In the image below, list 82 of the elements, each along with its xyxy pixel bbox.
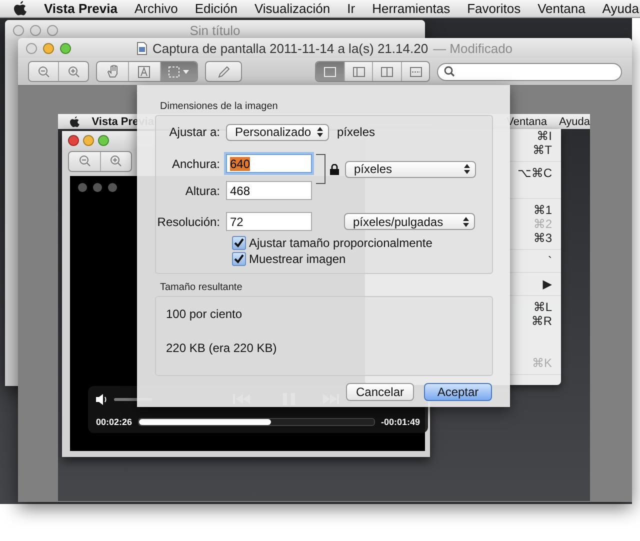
view-icon bbox=[324, 66, 336, 76]
menu-item[interactable]: Ir bbox=[347, 1, 356, 16]
unit-label: píxeles bbox=[337, 125, 376, 139]
result-size: 220 KB (era 220 KB) bbox=[166, 341, 278, 355]
apple-icon[interactable] bbox=[14, 1, 27, 16]
elapsed-time: 00:02:26 bbox=[96, 417, 132, 427]
updown-arrows-icon bbox=[317, 127, 323, 137]
volume-icon bbox=[96, 394, 108, 404]
document-status: — Modificado bbox=[433, 40, 513, 56]
window-title: Captura de pantalla 2011-11-14 a la(s) 21.14.20 bbox=[152, 40, 428, 56]
tool-button[interactable] bbox=[160, 62, 198, 81]
section-title: Dimensiones de la imagen bbox=[160, 101, 279, 112]
menu-shortcut: ▶ bbox=[542, 277, 552, 291]
field-label: Ajustar a: bbox=[168, 125, 221, 139]
pencil-icon bbox=[218, 66, 230, 78]
search-field[interactable] bbox=[437, 62, 622, 80]
window-title: Sin título bbox=[190, 22, 240, 38]
zoom-in-icon bbox=[68, 66, 80, 78]
menu-shortcut: ⌘R bbox=[531, 314, 552, 328]
zoom-out-icon bbox=[78, 155, 90, 167]
updown-arrows-icon bbox=[463, 216, 469, 226]
result-percent: 100 por ciento bbox=[166, 307, 244, 321]
checkbox[interactable] bbox=[232, 236, 246, 250]
menu-item[interactable]: Favoritos bbox=[467, 1, 521, 16]
section-title: Tamaño resultante bbox=[160, 282, 244, 293]
cancel-button[interactable]: Cancelar bbox=[346, 383, 414, 401]
menu-item[interactable]: Visualización bbox=[254, 1, 330, 16]
menu-shortcut: ⌘1 bbox=[533, 203, 552, 217]
menu-shortcut: ⌘L bbox=[533, 300, 552, 314]
close-button[interactable] bbox=[26, 42, 37, 54]
menu-item[interactable]: Ventana bbox=[538, 1, 586, 16]
menu-item[interactable]: Vista Previa bbox=[44, 1, 118, 16]
zoom-button[interactable] bbox=[47, 24, 58, 36]
hand-icon bbox=[106, 65, 118, 78]
apple-icon bbox=[70, 116, 80, 128]
zoom-in-icon bbox=[110, 155, 122, 167]
text-tool-icon bbox=[138, 66, 150, 78]
resolution-unit-popup[interactable]: píxeles/pulgadas bbox=[344, 213, 475, 230]
window-dot bbox=[78, 183, 87, 192]
field-label: Altura: bbox=[184, 184, 221, 198]
menu-shortcut: ` bbox=[548, 254, 552, 268]
menu-shortcut: ⌘I bbox=[536, 129, 552, 143]
window-dot bbox=[93, 183, 102, 192]
selection-icon bbox=[168, 66, 180, 78]
unit-popup[interactable]: píxeles bbox=[345, 160, 476, 178]
menu-item[interactable]: Edición bbox=[194, 1, 238, 16]
window-dot bbox=[108, 183, 117, 192]
menu-shortcut: ⌘3 bbox=[533, 231, 552, 245]
lock-icon[interactable] bbox=[330, 164, 339, 174]
close-button[interactable] bbox=[13, 24, 24, 36]
minimize-button[interactable] bbox=[43, 42, 54, 54]
document-icon bbox=[137, 42, 148, 54]
height-field[interactable]: 468 bbox=[226, 181, 312, 200]
zoom-button[interactable] bbox=[60, 42, 71, 54]
menu-shortcut: ⌥⌘C bbox=[518, 166, 552, 180]
menu-item[interactable]: Archivo bbox=[134, 1, 178, 16]
fit-popup[interactable]: Personalizado bbox=[226, 124, 329, 140]
menu-item[interactable]: Herramientas bbox=[372, 1, 450, 16]
accept-button[interactable]: Aceptar bbox=[424, 383, 492, 401]
menu-shortcut: ⌘T bbox=[532, 143, 552, 157]
minimize-button[interactable] bbox=[30, 24, 41, 36]
field-label: Anchura: bbox=[170, 156, 221, 170]
updown-arrows-icon bbox=[464, 164, 470, 174]
view-icon bbox=[352, 66, 365, 76]
zoom-out-icon bbox=[38, 66, 50, 78]
checkbox[interactable] bbox=[232, 252, 246, 266]
view-icon bbox=[410, 66, 422, 76]
link-bracket bbox=[316, 154, 326, 184]
menu-shortcut: ⌘K bbox=[532, 356, 552, 370]
view-mode-button[interactable] bbox=[316, 62, 344, 81]
search-icon bbox=[444, 66, 456, 77]
remaining-time: -00:01:49 bbox=[380, 417, 420, 427]
caret-icon bbox=[183, 70, 190, 74]
menu-item[interactable]: Ayuda bbox=[602, 1, 639, 16]
checkbox-label: Ajustar tamaño proporcionalmente bbox=[249, 236, 432, 250]
menu-shortcut: ⌘2 bbox=[533, 217, 552, 231]
progress-bar[interactable] bbox=[138, 418, 375, 426]
field-label: Resolución: bbox=[156, 214, 221, 228]
width-field[interactable]: 640 bbox=[226, 154, 312, 173]
checkbox-label: Muestrear imagen bbox=[249, 252, 346, 266]
resolution-field[interactable]: 72 bbox=[226, 212, 312, 231]
view-icon bbox=[381, 66, 394, 76]
